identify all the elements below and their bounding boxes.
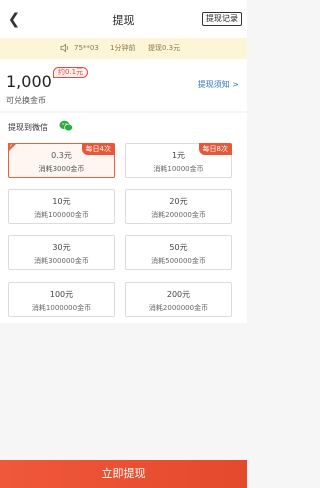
withdraw-now-button[interactable]: 立即提现 (0, 460, 247, 488)
option-cost: 消耗10000金币 (153, 165, 204, 173)
coin-balance: 1,000 (6, 72, 52, 91)
option-cost: 消耗100000金币 (34, 211, 89, 219)
option-amount: 200元 (166, 290, 191, 299)
notice-time: 1分钟前 (110, 44, 136, 52)
wechat-icon (59, 120, 73, 132)
option-card-20[interactable]: 20元 消耗200000金币 (125, 189, 232, 224)
option-cost: 消耗300000金币 (34, 257, 89, 265)
option-cost: 消耗500000金币 (151, 257, 206, 265)
coin-balance-label: 可兑换金币 (6, 96, 46, 105)
option-amount: 100元 (49, 290, 74, 299)
option-card-0.3[interactable]: ✓ 0.3元 消耗3000金币 每日4次 (8, 143, 115, 178)
option-cost: 消耗2000000金币 (148, 304, 209, 312)
notice-amount: 提现0.3元 (148, 44, 181, 52)
speaker-icon (60, 43, 68, 53)
withdraw-heading: 提现到微信 (8, 123, 48, 132)
option-amount: 50元 (169, 243, 188, 252)
approx-value-badge: 约0.1元 (53, 67, 89, 78)
withdraw-notes-link[interactable]: 提现须知 > (198, 79, 239, 90)
option-card-30[interactable]: 30元 消耗300000金币 (8, 235, 115, 270)
option-card-1[interactable]: 1元 消耗10000金币 每日8次 (125, 143, 232, 178)
option-cost: 消耗1000000金币 (31, 304, 92, 312)
daily-limit-badge: 每日8次 (198, 143, 232, 155)
option-card-100[interactable]: 100元 消耗1000000金币 (8, 282, 115, 317)
option-amount: 10元 (52, 197, 71, 206)
option-card-10[interactable]: 10元 消耗100000金币 (8, 189, 115, 224)
daily-limit-badge: 每日4次 (81, 143, 115, 155)
balance-panel: 1,000 约0.1元 可兑换金币 提现须知 > (0, 59, 247, 111)
withdraw-options-panel: 提现到微信 ✓ 0.3元 消耗3000金币 每日4次 1元 消耗10000金币 … (0, 113, 247, 323)
option-card-200[interactable]: 200元 消耗2000000金币 (125, 282, 232, 317)
notice-user: 75**03 (74, 44, 99, 52)
notice-bar: 75**03 1分钟前 提现0.3元 (0, 38, 247, 59)
option-amount: 20元 (169, 197, 188, 206)
option-amount: 30元 (52, 243, 71, 252)
nav-bar: ❮ 提现 提现记录 (0, 0, 247, 38)
withdraw-record-button[interactable]: 提现记录 (202, 12, 242, 26)
option-card-50[interactable]: 50元 消耗500000金币 (125, 235, 232, 270)
option-cost: 消耗200000金币 (151, 211, 206, 219)
option-cost: 消耗3000金币 (38, 165, 85, 173)
